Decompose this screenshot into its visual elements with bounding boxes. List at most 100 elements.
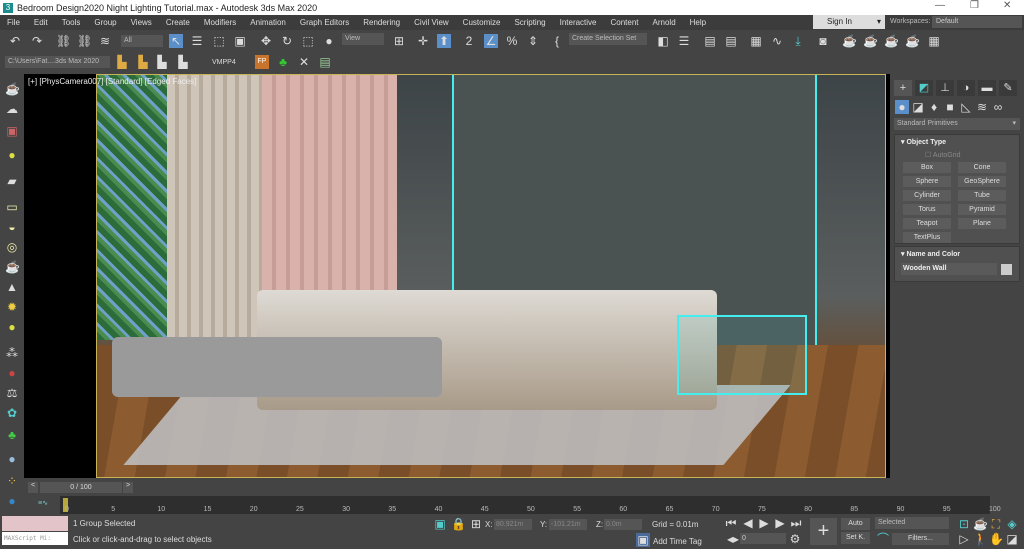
lights-icon[interactable]: ♦: [927, 100, 941, 114]
y-coordinate-input[interactable]: -101.21m: [549, 519, 587, 530]
edit-named-selection-icon[interactable]: {: [550, 34, 564, 48]
globe-icon[interactable]: ●: [5, 452, 19, 466]
select-by-name-icon[interactable]: ☰: [190, 34, 204, 48]
selection-filter-dropdown[interactable]: All: [121, 35, 163, 47]
maxscript-listener-output[interactable]: [2, 516, 68, 531]
image-icon[interactable]: ▣: [5, 124, 19, 138]
go-to-start-icon[interactable]: ⏮: [724, 516, 738, 530]
menu-help[interactable]: Help: [683, 18, 713, 27]
geosphere-button[interactable]: GeoSphere: [958, 176, 1006, 187]
menu-edit[interactable]: Edit: [27, 18, 55, 27]
undo-icon[interactable]: ↶: [8, 34, 22, 48]
previous-key-icon[interactable]: ◀: [741, 516, 755, 530]
redo-icon[interactable]: ↷: [30, 34, 44, 48]
torus-icon[interactable]: ◎: [5, 240, 19, 254]
object-name-input[interactable]: Wooden Wall: [901, 263, 997, 275]
rectangular-selection-icon[interactable]: ⬚: [212, 34, 226, 48]
folder-settings-icon[interactable]: ▙: [176, 55, 190, 69]
named-selection-set-dropdown[interactable]: Create Selection Set: [569, 33, 647, 45]
orbit-icon[interactable]: ◈: [1005, 517, 1019, 531]
scale-icon[interactable]: ⬚: [301, 34, 315, 48]
color-palette-icon[interactable]: ⁘: [5, 474, 19, 488]
autogrid-checkbox[interactable]: ☐ AutoGrid: [925, 151, 960, 159]
bind-space-warp-icon[interactable]: ≋: [98, 34, 112, 48]
menu-group[interactable]: Group: [87, 18, 123, 27]
geometry-icon[interactable]: ●: [895, 100, 909, 114]
timeline-track[interactable]: 0 5 10 15 20 25 30 35 40 45 50 55 60 65 70 75 80 85 90 95 10…: [60, 496, 1001, 514]
box-icon[interactable]: ▭: [5, 200, 19, 214]
set-key-big-button[interactable]: +: [810, 518, 837, 545]
render-setup-icon[interactable]: ☕: [842, 34, 857, 48]
sphere-icon[interactable]: ◒: [5, 220, 19, 234]
absolute-mode-icon[interactable]: ⊞: [469, 517, 483, 531]
sign-in-dropdown[interactable]: Sign In ▾: [813, 15, 885, 29]
camera-viewport[interactable]: [+] [PhysCamera007] [Standard] [Edged Fa…: [24, 74, 890, 478]
workspace-select[interactable]: Default: [932, 16, 1022, 28]
scene-explorer-icon[interactable]: ▤: [703, 34, 717, 48]
pan-view-icon[interactable]: ✋: [989, 532, 1004, 546]
walk-through-icon[interactable]: 🚶: [973, 532, 988, 546]
time-configuration-icon[interactable]: ⚙: [788, 532, 802, 546]
current-frame-input[interactable]: 0: [740, 533, 786, 544]
menu-graph-editors[interactable]: Graph Editors: [293, 18, 356, 27]
hierarchy-tab-icon[interactable]: ⊥: [936, 80, 954, 96]
unlink-icon[interactable]: ⛓: [77, 34, 92, 48]
sky-icon[interactable]: ●: [5, 320, 19, 334]
placement-icon[interactable]: ●: [322, 34, 336, 48]
camera-icon[interactable]: ▰: [5, 174, 19, 188]
menu-rendering[interactable]: Rendering: [356, 18, 407, 27]
textplus-button[interactable]: TextPlus: [903, 232, 951, 243]
vmpp-label[interactable]: VMPP4: [212, 59, 236, 66]
auto-key-button[interactable]: Auto: [841, 518, 870, 530]
pyramid-button[interactable]: Pyramid: [958, 204, 1006, 215]
utilities-tab-icon[interactable]: ✎: [999, 80, 1017, 96]
name-and-color-title[interactable]: ▾ Name and Color: [895, 247, 1019, 261]
teapot-icon[interactable]: ☕: [5, 82, 20, 96]
viewport-camera-label[interactable]: [PhysCamera007]: [39, 77, 103, 86]
move-icon[interactable]: ✥: [259, 34, 273, 48]
mirror-icon[interactable]: ◧: [656, 34, 670, 48]
keyboard-shortcut-override-icon[interactable]: ⬆: [437, 34, 451, 48]
material-editor-icon[interactable]: ◙: [816, 34, 830, 48]
viewport-menu[interactable]: [+]: [28, 77, 37, 86]
teapot-button[interactable]: Teapot: [903, 218, 951, 229]
schematic-view-icon[interactable]: ⤓: [791, 34, 805, 48]
scene-render[interactable]: [96, 74, 886, 478]
zoom-extents-icon[interactable]: ⊡: [957, 517, 971, 531]
menu-views[interactable]: Views: [124, 18, 159, 27]
prev-frame-button[interactable]: <: [28, 482, 38, 493]
angle-snap-icon[interactable]: ∠: [484, 34, 498, 48]
go-to-end-icon[interactable]: ⏭: [789, 516, 803, 530]
snaps-toggle-icon[interactable]: 2: [462, 34, 476, 48]
menu-content[interactable]: Content: [604, 18, 646, 27]
display-tab-icon[interactable]: ▬: [978, 80, 996, 96]
set-key-button[interactable]: Set K.: [841, 532, 870, 544]
key-tangent-icon[interactable]: ⌒: [876, 532, 890, 546]
selection-lock-icon[interactable]: 🔒: [451, 517, 466, 531]
plane-button[interactable]: Plane: [958, 218, 1006, 229]
a360-gallery-icon[interactable]: ▦: [927, 34, 941, 48]
zoom-region-icon[interactable]: ⛶: [989, 517, 1003, 531]
window-crossing-icon[interactable]: ▣: [233, 34, 247, 48]
zoom-all-icon[interactable]: ☕: [973, 517, 988, 531]
curve-editor-toggle-icon[interactable]: ≡∿: [38, 499, 48, 507]
select-object-icon[interactable]: ↖: [169, 34, 183, 48]
light-icon[interactable]: ●: [5, 148, 19, 162]
forest-pack-icon[interactable]: FP: [255, 55, 269, 69]
maximize-viewport-icon[interactable]: ◪: [1005, 532, 1019, 546]
helper-icon[interactable]: ⚖: [5, 386, 19, 400]
cone-icon[interactable]: ▲: [5, 280, 19, 294]
reference-coordinate-dropdown[interactable]: View: [342, 33, 384, 45]
project-folder-icon[interactable]: ▙: [115, 55, 129, 69]
close-button[interactable]: ✕: [1003, 0, 1011, 11]
rotate-icon[interactable]: ↻: [280, 34, 294, 48]
next-key-icon[interactable]: ▶: [773, 516, 787, 530]
render-in-cloud-icon[interactable]: ☕: [905, 34, 920, 48]
menu-tools[interactable]: Tools: [55, 18, 88, 27]
space-warps-icon[interactable]: ≋: [975, 100, 989, 114]
rendered-frame-window-icon[interactable]: ☕: [863, 34, 878, 48]
link-icon[interactable]: ⛓: [56, 34, 71, 48]
viewport-mode-label[interactable]: [Edged Faces]: [145, 77, 197, 86]
menu-modifiers[interactable]: Modifiers: [197, 18, 243, 27]
modifier-icon[interactable]: ✿: [5, 406, 19, 420]
